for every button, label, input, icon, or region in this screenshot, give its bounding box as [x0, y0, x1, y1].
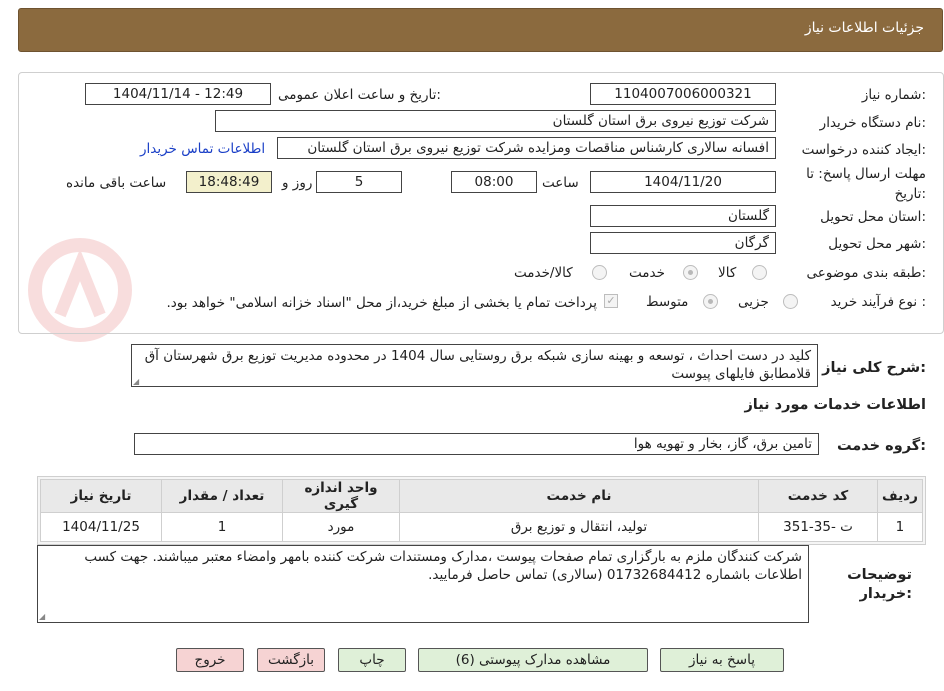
announce-date-label: تاریخ و ساعت اعلان عمومی:: [278, 87, 441, 103]
process-radio-minor[interactable]: [783, 294, 798, 309]
deadline-date-field: 1404/11/20: [590, 171, 776, 193]
city-label: شهر محل تحویل:: [828, 236, 926, 252]
process-radio-medium[interactable]: [703, 294, 718, 309]
deadline-time-field: 08:00: [451, 171, 537, 193]
table-header-row: ردیف کد خدمت نام خدمت واحد اندازه گیری ت…: [40, 479, 923, 513]
exit-button[interactable]: خروج: [176, 648, 244, 672]
need-number-field: 1104007006000321: [590, 83, 776, 105]
category-radio-goods[interactable]: [752, 265, 767, 280]
back-button[interactable]: بازگشت: [257, 648, 325, 672]
announce-date-field: 1404/11/14 - 12:49: [85, 83, 271, 105]
cell-quantity: 1: [161, 512, 283, 542]
requester-label: ایجاد کننده درخواست:: [801, 142, 926, 158]
col-header-quantity: تعداد / مقدار: [161, 479, 283, 513]
days-remaining-field: 5: [316, 171, 402, 193]
description-label: شرح کلی نیاز:: [822, 360, 926, 376]
table-row[interactable]: 1 ت -35-351 تولید، انتقال و توزیع برق مو…: [40, 512, 923, 542]
process-option-medium: متوسط: [646, 294, 689, 310]
cell-row-number: 1: [877, 512, 923, 542]
category-option-goods: کالا: [718, 265, 737, 281]
treasury-payment-note: پرداخت تمام یا بخشی از مبلغ خرید،از محل …: [166, 295, 597, 311]
col-header-unit: واحد اندازه گیری: [282, 479, 400, 513]
services-section-title: اطلاعات خدمات مورد نیاز: [744, 397, 926, 413]
cell-unit: مورد: [282, 512, 400, 542]
requester-field: افسانه سالاری کارشناس مناقصات ومزایده شر…: [277, 137, 776, 159]
col-header-service-code: کد خدمت: [758, 479, 878, 513]
remaining-time-label: ساعت باقی مانده: [66, 175, 167, 191]
reply-button[interactable]: پاسخ به نیاز: [660, 648, 784, 672]
remaining-time-field: 18:48:49: [186, 171, 272, 193]
service-group-field: تامین برق، گاز، بخار و تهویه هوا: [134, 433, 819, 455]
resize-grip-icon[interactable]: ◢: [39, 612, 47, 621]
treasury-payment-checkbox[interactable]: ✓: [604, 294, 618, 308]
category-radio-goods-service[interactable]: [592, 265, 607, 280]
col-header-need-date: تاریخ نیاز: [40, 479, 162, 513]
category-option-goods-service: کالا/خدمت: [514, 265, 573, 281]
page-title: جزئیات اطلاعات نیاز: [804, 20, 924, 36]
category-radio-service[interactable]: [683, 265, 698, 280]
process-label: نوع فرآیند خرید :: [830, 294, 926, 310]
days-label: روز و: [282, 175, 313, 191]
description-textarea[interactable]: کلید در دست احداث ، توسعه و بهینه سازی ش…: [131, 344, 818, 387]
attachments-button[interactable]: مشاهده مدارک پیوستی (6): [418, 648, 648, 672]
province-label: استان محل تحویل:: [820, 209, 926, 225]
deadline-label: مهلت ارسال پاسخ: تا تاریخ:: [806, 166, 926, 202]
resize-grip-icon[interactable]: ◢: [133, 377, 141, 386]
service-group-label: گروه خدمت:: [836, 438, 926, 454]
cell-service-code: ت -35-351: [758, 512, 878, 542]
buyer-notes-textarea[interactable]: شرکت کنندگان ملزم به بارگزاری تمام صفحات…: [37, 545, 809, 623]
deadline-time-label: ساعت: [542, 175, 579, 191]
category-option-service: خدمت: [629, 265, 665, 281]
cell-need-date: 1404/11/25: [40, 512, 162, 542]
need-number-label: شماره نیاز:: [861, 87, 926, 103]
col-header-service-name: نام خدمت: [399, 479, 759, 513]
cell-service-name: تولید، انتقال و توزیع برق: [399, 512, 759, 542]
page-header: جزئیات اطلاعات نیاز: [18, 8, 943, 52]
buyer-org-label: نام دستگاه خریدار:: [819, 115, 926, 131]
buyer-notes-label: توضیحات خریدار:: [847, 567, 912, 602]
buyer-contact-link[interactable]: اطلاعات تماس خریدار: [140, 141, 265, 157]
province-field: گلستان: [590, 205, 776, 227]
services-table: ردیف کد خدمت نام خدمت واحد اندازه گیری ت…: [37, 476, 926, 545]
col-header-row-number: ردیف: [877, 479, 923, 513]
print-button[interactable]: چاپ: [338, 648, 406, 672]
category-label: طبقه بندی موضوعی:: [806, 265, 926, 281]
city-field: گرگان: [590, 232, 776, 254]
buyer-org-field: شرکت توزیع نیروی برق استان گلستان: [215, 110, 776, 132]
process-option-minor: جزیی: [738, 294, 769, 310]
